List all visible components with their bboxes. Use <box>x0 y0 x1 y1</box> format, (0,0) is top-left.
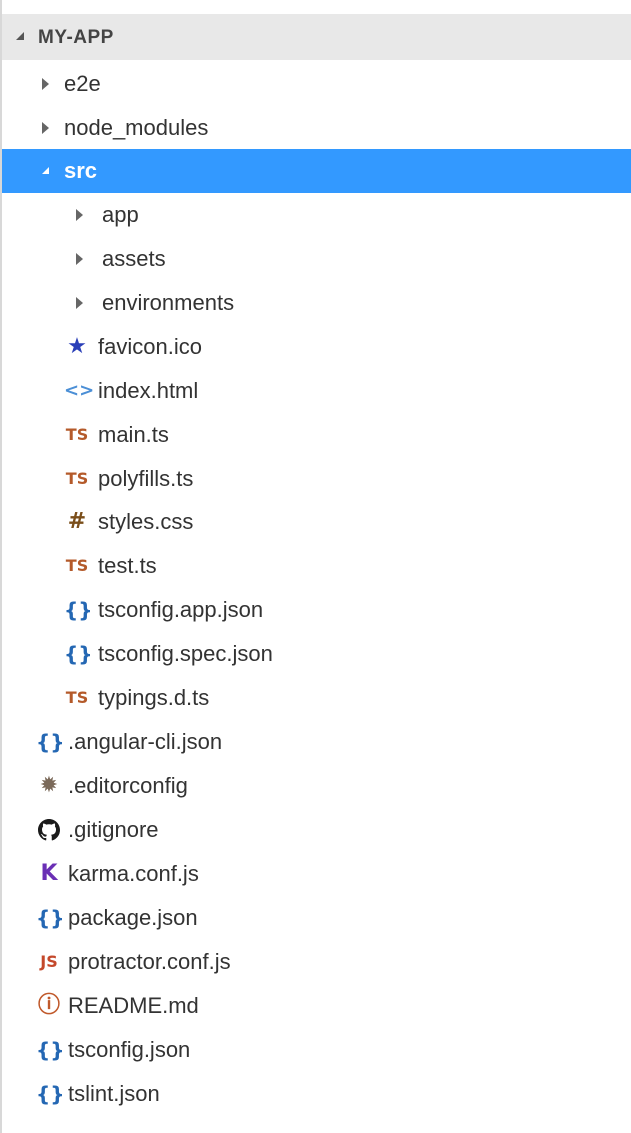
tree-file-favicon[interactable]: ★ favicon.ico <box>2 325 631 369</box>
tree-item-label: README.md <box>68 993 199 1018</box>
tree-file-main-ts[interactable]: TS main.ts <box>2 413 631 457</box>
chevron-right-icon[interactable] <box>42 78 49 90</box>
tree-item-label: app <box>102 202 139 227</box>
tree-item-label: tslint.json <box>68 1081 160 1106</box>
typescript-icon: TS <box>65 425 89 444</box>
tree-file-tsconfig-app-json[interactable]: {} tsconfig.app.json <box>2 588 631 632</box>
tree-folder-e2e[interactable]: e2e <box>2 62 631 106</box>
tree-file-index-html[interactable]: <> index.html <box>2 369 631 413</box>
star-icon: ★ <box>67 334 87 359</box>
tree-item-label: test.ts <box>98 553 157 578</box>
chevron-right-icon[interactable] <box>76 297 83 309</box>
tree-item-label: node_modules <box>64 115 209 140</box>
json-icon: {} <box>36 1082 65 1106</box>
tree-folder-app[interactable]: app <box>2 193 631 237</box>
tree-folder-node-modules[interactable]: node_modules <box>2 106 631 150</box>
tree-item-label: polyfills.ts <box>98 466 194 491</box>
tree-file-tsconfig-spec-json[interactable]: {} tsconfig.spec.json <box>2 632 631 676</box>
chevron-right-icon[interactable] <box>76 253 83 265</box>
project-title: MY-APP <box>38 27 114 48</box>
tree-file-readme-md[interactable]: ⓘ README.md <box>2 984 631 1028</box>
tree-item-label: .gitignore <box>68 817 159 842</box>
tree-file-tsconfig-json[interactable]: {} tsconfig.json <box>2 1028 631 1072</box>
explorer-header[interactable]: MY-APP <box>2 14 631 60</box>
tree-file-tslint-json[interactable]: {} tslint.json <box>2 1072 631 1116</box>
tree-file-karma-conf-js[interactable]: K karma.conf.js <box>2 852 631 896</box>
json-icon: {} <box>36 1038 65 1062</box>
karma-icon: K <box>40 861 58 886</box>
chevron-down-icon[interactable] <box>42 167 49 174</box>
tree-file-editorconfig[interactable]: ✹ .editorconfig <box>2 764 631 808</box>
html-icon: <> <box>64 380 95 401</box>
tree-file-typings-d-ts[interactable]: TS typings.d.ts <box>2 676 631 720</box>
typescript-icon: TS <box>65 469 89 488</box>
tree-item-label: main.ts <box>98 422 169 447</box>
tree-item-label: index.html <box>98 378 199 403</box>
tree-item-label: karma.conf.js <box>68 861 199 886</box>
tree-item-label: package.json <box>68 905 198 930</box>
tree-item-label: styles.css <box>98 509 194 534</box>
tree-file-protractor-conf-js[interactable]: JS protractor.conf.js <box>2 940 631 984</box>
tree-folder-assets[interactable]: assets <box>2 237 631 281</box>
file-explorer: MY-APP e2e node_modules src app assets e… <box>0 0 631 1133</box>
tree-folder-src[interactable]: src <box>2 149 631 193</box>
tree-item-label: src <box>64 158 98 183</box>
tree-item-label: .editorconfig <box>68 773 188 798</box>
tree-item-label: assets <box>102 246 166 271</box>
chevron-right-icon[interactable] <box>42 122 49 134</box>
tree-item-label: .angular-cli.json <box>68 729 223 754</box>
tree-item-label: protractor.conf.js <box>68 949 231 974</box>
json-icon: {} <box>36 730 65 754</box>
tree-item-label: tsconfig.json <box>68 1037 191 1062</box>
typescript-icon: TS <box>65 556 89 575</box>
tree-file-angular-cli-json[interactable]: {} .angular-cli.json <box>2 720 631 764</box>
tree-folder-environments[interactable]: environments <box>2 281 631 325</box>
tree-file-package-json[interactable]: {} package.json <box>2 896 631 940</box>
tree-item-label: tsconfig.spec.json <box>98 641 273 666</box>
tree-file-styles-css[interactable]: # styles.css <box>2 500 631 544</box>
tree-file-test-ts[interactable]: TS test.ts <box>2 544 631 588</box>
tree-item-label: typings.d.ts <box>98 685 210 710</box>
javascript-icon: JS <box>40 952 58 971</box>
gear-icon: ✹ <box>39 773 59 798</box>
json-icon: {} <box>64 642 93 666</box>
tree-item-label: tsconfig.app.json <box>98 597 264 622</box>
tree-file-gitignore[interactable]: .gitignore <box>2 808 631 852</box>
tree-item-label: e2e <box>64 71 101 96</box>
collapse-caret-icon[interactable] <box>16 32 24 40</box>
tree-file-polyfills-ts[interactable]: TS polyfills.ts <box>2 457 631 501</box>
json-icon: {} <box>64 598 93 622</box>
info-icon: ⓘ <box>37 993 60 1018</box>
css-icon: # <box>67 509 87 534</box>
tree-item-label: favicon.ico <box>98 334 202 359</box>
tree-item-label: environments <box>102 290 235 315</box>
github-icon <box>36 816 62 844</box>
typescript-icon: TS <box>65 688 89 707</box>
json-icon: {} <box>36 906 65 930</box>
chevron-right-icon[interactable] <box>76 209 83 221</box>
